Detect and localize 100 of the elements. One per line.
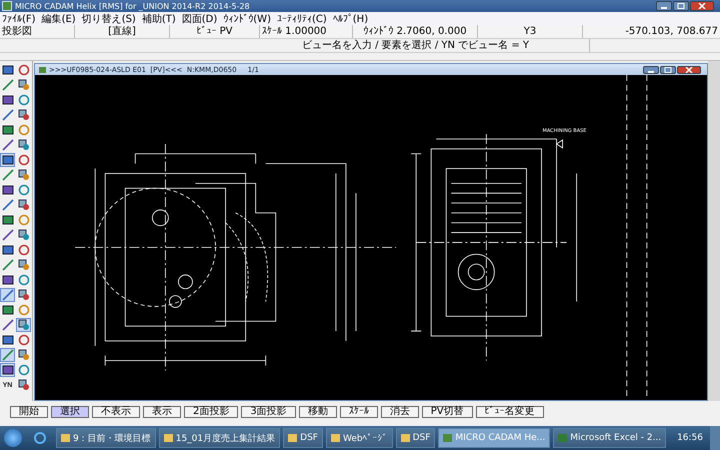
- browser-icon[interactable]: [33, 431, 47, 445]
- app-icon: [2, 1, 12, 11]
- toolbar-button[interactable]: [16, 258, 31, 272]
- tool-icon: [18, 334, 30, 346]
- command-button[interactable]: 選択: [51, 406, 89, 418]
- tool-icon: [18, 379, 30, 391]
- tool-icon: [2, 289, 14, 301]
- status-cell: 投影図: [0, 25, 75, 38]
- maximize-icon: [664, 66, 672, 72]
- status-cell: [直線]: [75, 25, 170, 38]
- close-icon: [698, 3, 706, 9]
- toolbar-button[interactable]: [16, 168, 31, 182]
- tool-icon: [18, 364, 30, 376]
- toolbar-button[interactable]: [0, 123, 15, 137]
- taskbar-button[interactable]: 15_01月度売上集計結果: [158, 428, 280, 448]
- command-button[interactable]: 3面投影: [241, 406, 296, 418]
- toolbar-button[interactable]: [16, 288, 31, 302]
- menu-item[interactable]: 図面(D): [182, 12, 218, 26]
- minimize-button[interactable]: [656, 1, 672, 11]
- taskbar-button[interactable]: 9：目前・環境目標: [56, 428, 156, 448]
- tool-icon: [2, 334, 14, 346]
- tool-icon: [2, 79, 14, 91]
- status-cell: ｳｨﾝﾄﾞｳ 2.7060, 0.000: [353, 25, 478, 38]
- command-button[interactable]: 消去: [380, 406, 419, 418]
- close-button[interactable]: [690, 1, 714, 11]
- toolbar-button[interactable]: [0, 153, 15, 167]
- command-button[interactable]: 移動: [298, 406, 337, 418]
- taskbar-button[interactable]: DSF: [396, 428, 436, 448]
- document-icon: [39, 66, 46, 72]
- toolbar-button[interactable]: [0, 93, 15, 107]
- tool-icon: [18, 169, 30, 181]
- toolbar-button[interactable]: [16, 348, 31, 362]
- toolbar-button[interactable]: [0, 333, 15, 347]
- menu-item[interactable]: ﾕｰﾃｨﾘﾃｨ(C): [276, 12, 327, 24]
- tool-icon: [18, 154, 30, 166]
- menu-item[interactable]: ﾍﾙﾌﾟ(H): [332, 12, 368, 24]
- toolbar-button[interactable]: [16, 318, 31, 332]
- tool-icon: [2, 259, 14, 271]
- tool-icon: [18, 259, 30, 271]
- clock: 16:56: [677, 433, 704, 443]
- command-button[interactable]: ｽｹｰﾙ: [340, 406, 378, 418]
- toolbar-button[interactable]: [16, 78, 31, 92]
- toolbar-button[interactable]: [16, 378, 31, 392]
- command-button[interactable]: PV切替: [422, 406, 473, 418]
- menu-item[interactable]: 補助(T): [142, 12, 176, 26]
- tool-icon: [2, 64, 14, 76]
- tool-icon: [18, 274, 30, 286]
- tool-icon: [18, 229, 30, 241]
- tool-icon: [2, 274, 14, 286]
- start-button[interactable]: [4, 429, 22, 447]
- status-cell: ﾋﾞｭｰ PV: [170, 25, 260, 38]
- maximize-button[interactable]: [660, 66, 676, 74]
- tool-icon: [2, 169, 14, 181]
- tool-icon: [18, 124, 30, 136]
- tool-icon: [2, 319, 14, 331]
- window-title: MICRO CADAM Helix [RMS] for _UNION 2014-R2 2014-5-28: [15, 2, 250, 10]
- tool-icon: [2, 199, 14, 211]
- toolbar-button[interactable]: [16, 228, 31, 242]
- tool-icon: [18, 94, 30, 106]
- command-button[interactable]: 開始: [10, 406, 48, 418]
- toolbar-button[interactable]: [0, 243, 15, 257]
- toolbar-button[interactable]: [16, 108, 31, 122]
- tool-icon: [2, 364, 14, 376]
- command-button[interactable]: 2面投影: [184, 406, 238, 418]
- menu-item[interactable]: ﾌｧｲﾙ(F): [2, 12, 36, 24]
- tool-icon: [2, 229, 14, 241]
- toolbar-button[interactable]: [0, 63, 15, 77]
- tool-icon: [2, 349, 14, 361]
- menu-item[interactable]: 切り替え(S): [82, 12, 136, 26]
- tool-icon: [2, 184, 14, 196]
- taskbar-button[interactable]: DSF: [283, 428, 323, 448]
- toolbar-button[interactable]: [0, 273, 15, 287]
- toolbar-button[interactable]: [0, 303, 15, 317]
- prompt-text: ビュー名を入力 / 要素を選択 / YN でビュー名 = Y: [0, 39, 590, 52]
- tool-icon: [2, 139, 14, 151]
- menu-item[interactable]: ｳｨﾝﾄﾞｳ(W): [223, 12, 271, 24]
- minimize-button[interactable]: [643, 66, 659, 74]
- taskbar-button[interactable]: Webﾍﾟｰｼﾞ: [326, 428, 393, 448]
- tool-icon: [2, 154, 14, 166]
- status-cell-text: -570.103, 708.677: [624, 25, 719, 38]
- tool-icon: [18, 64, 30, 76]
- tool-icon: [18, 184, 30, 196]
- menu-item[interactable]: 編集(E): [42, 12, 76, 26]
- close-button[interactable]: [677, 66, 701, 74]
- tool-icon: [18, 349, 30, 361]
- maximize-button[interactable]: [673, 1, 689, 11]
- toolbar-button[interactable]: [0, 213, 15, 227]
- toolbar-button[interactable]: [16, 198, 31, 212]
- tool-icon: [2, 109, 14, 121]
- command-button[interactable]: 表示: [143, 406, 181, 418]
- command-button[interactable]: 不表示: [92, 406, 140, 418]
- tool-icon: [18, 289, 30, 301]
- toolbar-button[interactable]: [0, 183, 15, 197]
- toolbar-button[interactable]: [16, 138, 31, 152]
- tool-icon: [18, 304, 30, 316]
- tool-icon: [2, 214, 14, 226]
- command-button[interactable]: ﾋﾞｭｰ名変更: [476, 406, 544, 418]
- tool-icon: [2, 94, 14, 106]
- taskbar-button[interactable]: Microsoft Excel - 2...: [553, 428, 666, 448]
- toolbar-button[interactable]: [0, 363, 15, 377]
